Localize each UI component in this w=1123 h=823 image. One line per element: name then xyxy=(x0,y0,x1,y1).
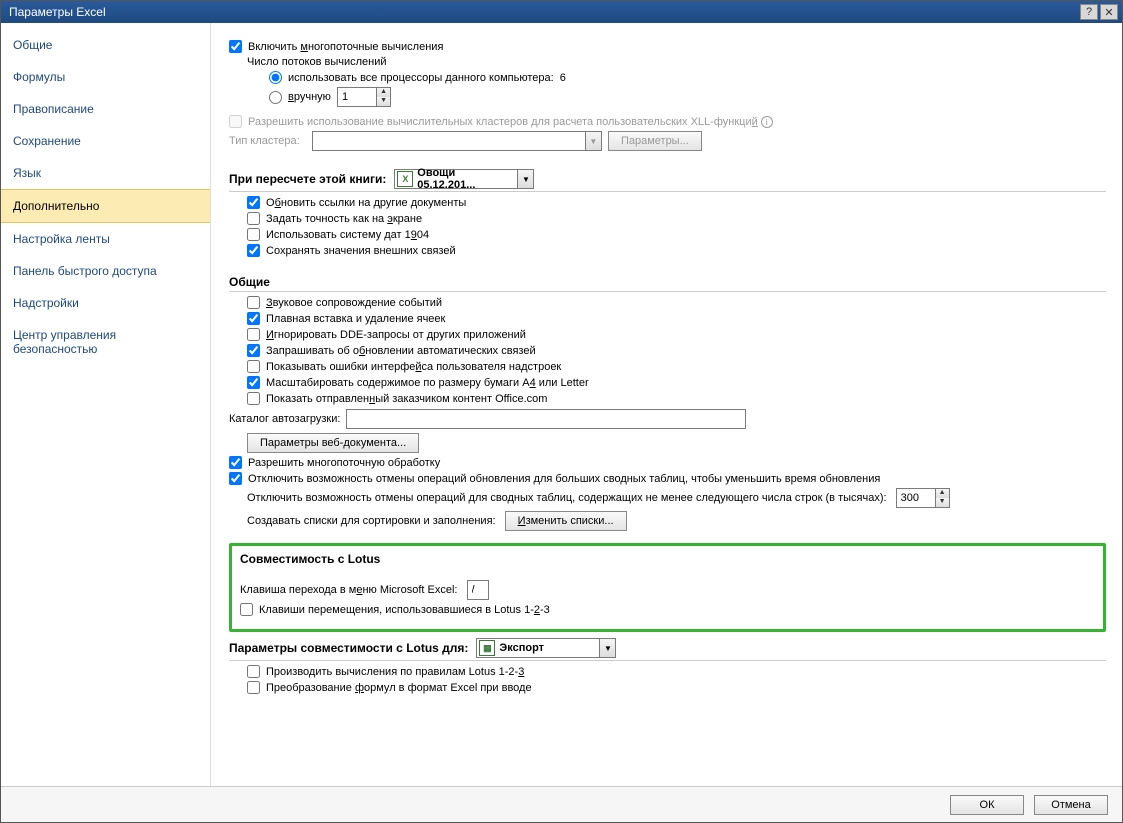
help-button[interactable]: ? xyxy=(1080,4,1098,20)
row-multithread: Включить многопоточные вычисления xyxy=(229,40,1106,53)
chk-ask-updates[interactable] xyxy=(247,344,260,357)
options-dialog: Параметры Excel ? ✕ Общие Формулы Правоп… xyxy=(0,0,1123,823)
chk-date1904[interactable] xyxy=(247,228,260,241)
row-manual-threads: вручную ▲▼ xyxy=(269,87,1106,107)
sidebar-item-formulas[interactable]: Формулы xyxy=(1,61,210,93)
chk-update-links[interactable] xyxy=(247,196,260,209)
lbl-update-links: Обновить ссылки на другие документы xyxy=(266,197,466,209)
sidebar: Общие Формулы Правописание Сохранение Яз… xyxy=(1,23,211,786)
heading-recalc: При пересчете этой книги: X Овощи 05.12.… xyxy=(229,169,1106,192)
row-menu-key: Клавиша перехода в меню Microsoft Excel: xyxy=(240,580,1095,600)
content-pane: Включить многопоточные вычисления Число … xyxy=(211,23,1122,786)
lbl-office-content: Показать отправленный заказчиком контент… xyxy=(266,393,547,405)
dialog-body: Общие Формулы Правописание Сохранение Яз… xyxy=(1,23,1122,786)
combo-lotus-sheet[interactable]: ▦ Экспорт ▼ xyxy=(476,638,616,658)
lbl-addin-errors: Показывать ошибки интерфейса пользовател… xyxy=(266,361,561,373)
radio-all-cpus[interactable] xyxy=(269,71,282,84)
dialog-footer: ОК Отмена xyxy=(1,786,1122,822)
lbl-dde: Игнорировать DDE-запросы от других прило… xyxy=(266,329,526,341)
chk-lotus-conv[interactable] xyxy=(247,681,260,694)
titlebar: Параметры Excel ? ✕ xyxy=(1,1,1122,23)
lbl-menu-key: Клавиша перехода в меню Microsoft Excel: xyxy=(240,584,457,596)
sidebar-item-qat[interactable]: Панель быстрого доступа xyxy=(1,255,210,287)
chk-addin-errors[interactable] xyxy=(247,360,260,373)
lbl-all-cpus: использовать все процессоры данного комп… xyxy=(288,72,566,84)
lbl-cluster-type: Тип кластера: xyxy=(229,135,300,147)
chk-smooth[interactable] xyxy=(247,312,260,325)
window-title: Параметры Excel xyxy=(5,5,1078,19)
lotus-highlight-box: Совместимость с Lotus Клавиша перехода в… xyxy=(229,543,1106,632)
lbl-date1904: Использовать систему дат 1904 xyxy=(266,229,429,241)
sidebar-item-proofing[interactable]: Правописание xyxy=(1,93,210,125)
lbl-lotus-nav: Клавиши перемещения, использовавшиеся в … xyxy=(259,604,550,616)
combo-workbook[interactable]: X Овощи 05.12.201... ▼ xyxy=(394,169,534,189)
chk-dde[interactable] xyxy=(247,328,260,341)
lbl-ask-updates: Запрашивать об обновлении автоматических… xyxy=(266,345,536,357)
row-autoload: Каталог автозагрузки: xyxy=(229,409,1106,429)
sidebar-item-ribbon[interactable]: Настройка ленты xyxy=(1,223,210,255)
btn-cluster-params: Параметры... xyxy=(608,131,702,151)
btn-web-params[interactable]: Параметры веб-документа... xyxy=(247,433,419,453)
sidebar-item-language[interactable]: Язык xyxy=(1,157,210,189)
excel-icon: X xyxy=(397,171,413,187)
row-sort-lists: Создавать списки для сортировки и заполн… xyxy=(247,511,1106,531)
spin-rows[interactable]: ▲▼ xyxy=(896,488,950,508)
chk-multithread[interactable] xyxy=(229,40,242,53)
sidebar-item-save[interactable]: Сохранение xyxy=(1,125,210,157)
lbl-multiproc: Разрешить многопоточную обработку xyxy=(248,457,440,469)
lbl-sound: Звуковое сопровождение событий xyxy=(266,297,442,309)
lbl-undo-rows: Отключить возможность отмены операций дл… xyxy=(247,492,887,504)
rows-field[interactable] xyxy=(897,490,935,507)
row-undo-rows: Отключить возможность отмены операций дл… xyxy=(247,488,1106,508)
lbl-autoload: Каталог автозагрузки: xyxy=(229,413,340,425)
heading-lotus: Совместимость с Lotus xyxy=(240,552,1095,566)
lbl-save-external: Сохранять значения внешних связей xyxy=(266,245,456,257)
combo-cluster-type: ▼ xyxy=(312,131,602,151)
lbl-thread-count: Число потоков вычислений xyxy=(247,56,1106,68)
chevron-down-icon[interactable]: ▼ xyxy=(517,170,533,188)
chk-scale-a4[interactable] xyxy=(247,376,260,389)
thread-count-field[interactable] xyxy=(338,89,376,106)
radio-manual-threads[interactable] xyxy=(269,91,282,104)
btn-edit-lists[interactable]: Изменить списки... xyxy=(505,511,627,531)
lbl-multithread: Включить многопоточные вычисления xyxy=(248,41,443,53)
sidebar-item-advanced[interactable]: Дополнительно xyxy=(1,189,210,223)
autoload-field[interactable] xyxy=(346,409,746,429)
sidebar-item-trustcenter[interactable]: Центр управления безопасностью xyxy=(1,319,210,365)
lbl-scale-a4: Масштабировать содержимое по размеру бум… xyxy=(266,377,589,389)
sheet-icon: ▦ xyxy=(479,640,495,656)
row-clusters: Разрешить использование вычислительных к… xyxy=(229,115,1106,128)
lbl-undo-big: Отключить возможность отмены операций об… xyxy=(248,473,880,485)
sidebar-item-general[interactable]: Общие xyxy=(1,29,210,61)
row-use-all-cpus: использовать все процессоры данного комп… xyxy=(269,71,1106,84)
info-icon[interactable]: i xyxy=(761,116,773,128)
chk-office-content[interactable] xyxy=(247,392,260,405)
chk-precision[interactable] xyxy=(247,212,260,225)
chk-clusters xyxy=(229,115,242,128)
ok-button[interactable]: ОК xyxy=(950,795,1024,815)
chk-multiproc[interactable] xyxy=(229,456,242,469)
chk-save-external[interactable] xyxy=(247,244,260,257)
chk-lotus-calc[interactable] xyxy=(247,665,260,678)
lbl-clusters: Разрешить использование вычислительных к… xyxy=(248,116,758,128)
heading-lotus-params: Параметры совместимости с Lotus для: ▦ Э… xyxy=(229,638,1106,661)
chk-undo-big[interactable] xyxy=(229,472,242,485)
menu-key-field[interactable] xyxy=(467,580,489,600)
lbl-smooth: Плавная вставка и удаление ячеек xyxy=(266,313,445,325)
chevron-down-icon: ▼ xyxy=(585,132,601,150)
lbl-sort-lists: Создавать списки для сортировки и заполн… xyxy=(247,515,496,527)
chevron-down-icon[interactable]: ▼ xyxy=(599,639,615,657)
cancel-button[interactable]: Отмена xyxy=(1034,795,1108,815)
sidebar-item-addins[interactable]: Надстройки xyxy=(1,287,210,319)
chk-lotus-nav[interactable] xyxy=(240,603,253,616)
lbl-lotus-conv: Преобразование формул в формат Excel при… xyxy=(266,682,532,694)
close-button[interactable]: ✕ xyxy=(1100,4,1118,20)
row-cluster-type: Тип кластера: ▼ Параметры... xyxy=(229,131,1106,151)
lbl-precision: Задать точность как на экране xyxy=(266,213,422,225)
lbl-manual: вручную xyxy=(288,91,331,103)
heading-general: Общие xyxy=(229,275,1106,292)
lbl-lotus-calc: Производить вычисления по правилам Lotus… xyxy=(266,666,524,678)
chk-sound[interactable] xyxy=(247,296,260,309)
spin-thread-count[interactable]: ▲▼ xyxy=(337,87,391,107)
